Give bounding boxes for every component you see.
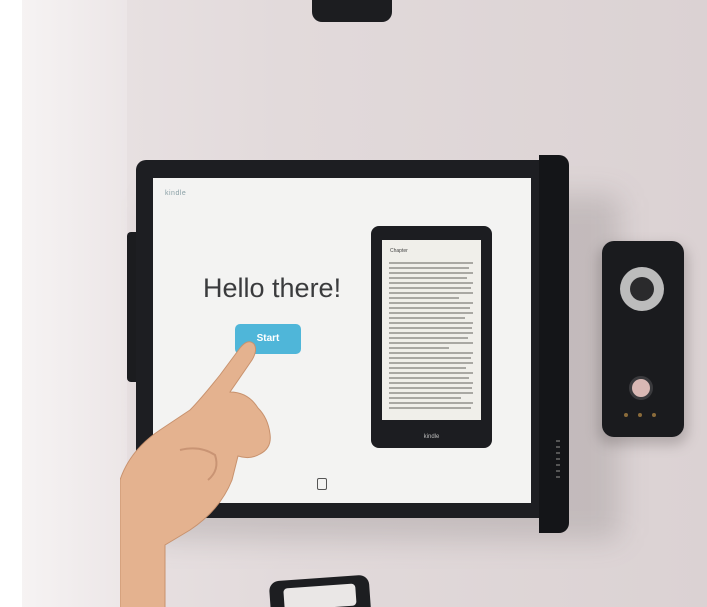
- kindle-ereader-image: Chapter kindle: [371, 226, 492, 448]
- monitor-logo-icon: [317, 478, 327, 490]
- speaker-led-icon: [624, 413, 628, 417]
- speaker-led-icon: [638, 413, 642, 417]
- photo-scene: kindle Hello there! Start Chapter kindle: [0, 0, 707, 607]
- speaker-woofer: [620, 267, 664, 311]
- kindle-logo: kindle: [423, 434, 440, 440]
- hand-arm: [120, 341, 271, 607]
- monitor-vent-dots: [556, 440, 560, 480]
- monitor-right-edge: [539, 155, 569, 533]
- kindle-text-lines: [389, 262, 473, 412]
- left-white-edge: [0, 0, 22, 607]
- top-wall-device: [312, 0, 392, 22]
- screen-brand-label: kindle: [165, 190, 187, 197]
- kindle-page-heading: Chapter: [390, 248, 408, 254]
- wall-speaker: [602, 241, 684, 437]
- speaker-led-icon: [652, 413, 656, 417]
- pointing-hand: [120, 341, 271, 607]
- kindle-screen: Chapter: [382, 240, 481, 420]
- greeting-text: Hello there!: [203, 273, 342, 303]
- speaker-tweeter: [629, 376, 653, 400]
- wall-light-area: [22, 0, 127, 607]
- bottom-wall-device: [268, 574, 372, 607]
